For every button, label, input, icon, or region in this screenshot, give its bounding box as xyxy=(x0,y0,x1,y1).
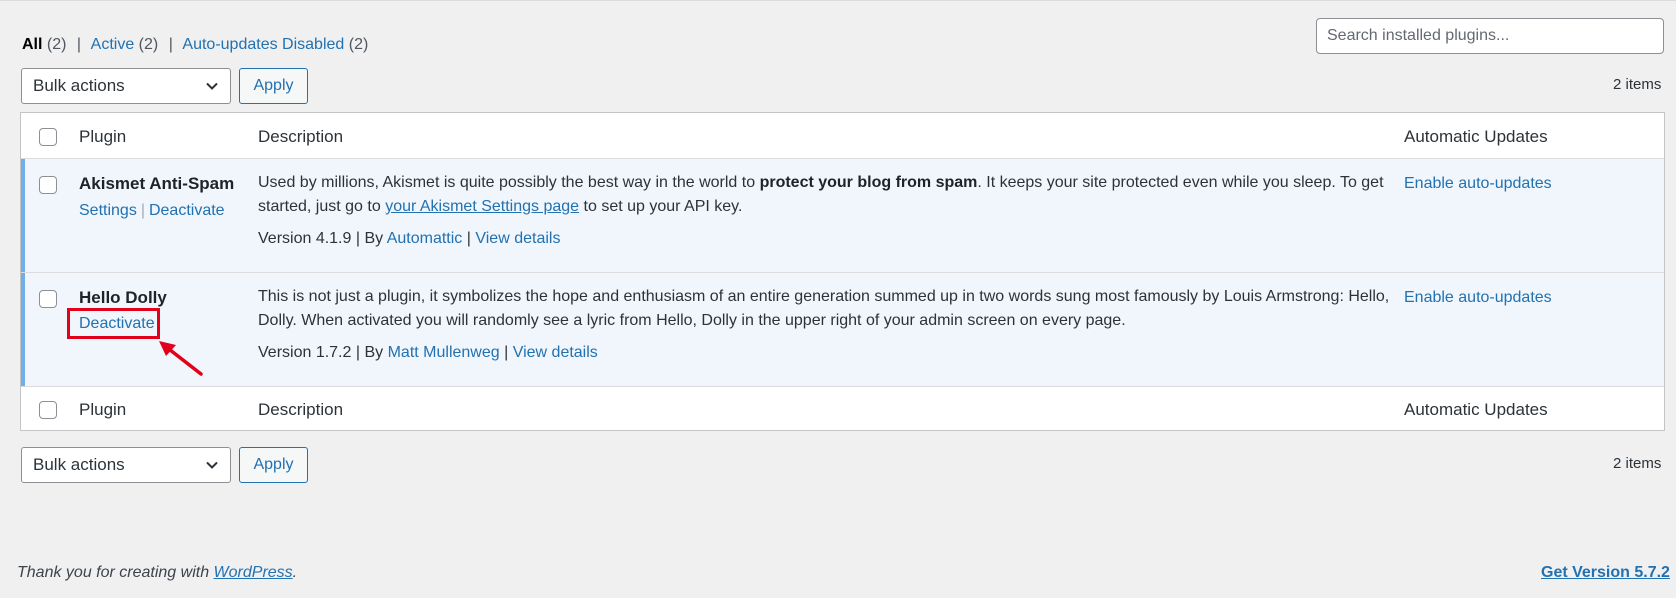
column-footer-plugin[interactable]: Plugin xyxy=(79,399,126,421)
table-row: Hello Dolly Deactivate This is not just … xyxy=(21,273,1664,386)
bulk-actions-selected: Bulk actions xyxy=(33,455,125,474)
chevron-down-icon xyxy=(206,461,218,469)
bulk-actions-select-top[interactable]: Bulk actions xyxy=(21,68,231,104)
plugin-meta: Version 1.7.2 | By Matt Mullenweg | View… xyxy=(258,342,598,364)
top-divider xyxy=(0,0,1676,1)
author-link[interactable]: Automattic xyxy=(387,230,463,247)
plugin-checkbox[interactable] xyxy=(39,176,57,194)
row-actions: Settings | Deactivate xyxy=(79,200,225,222)
meta-separator: | xyxy=(355,230,361,247)
column-header-automatic-updates: Automatic Updates xyxy=(1404,127,1548,146)
description-text: to set up your API key. xyxy=(579,198,743,215)
plugins-table: Plugin Description Automatic Updates Aki… xyxy=(20,112,1665,431)
filter-separator: | xyxy=(168,36,173,53)
table-row: Akismet Anti-Spam Settings | Deactivate Us… xyxy=(21,159,1664,272)
plugin-status-filters: All (2) | Active (2) | Auto-updates Disa… xyxy=(22,34,368,56)
filter-auto-updates-disabled-label: Auto-updates Disabled xyxy=(182,36,345,53)
view-details-link[interactable]: View details xyxy=(475,230,560,247)
apply-button-top[interactable]: Apply xyxy=(239,68,308,104)
author-link[interactable]: Matt Mullenweg xyxy=(388,344,500,361)
description-text: Used by millions, Akismet is quite possi… xyxy=(258,174,760,191)
deactivate-link[interactable]: Deactivate xyxy=(79,313,155,335)
by-label: By xyxy=(364,344,384,361)
plugin-description: Used by millions, Akismet is quite possi… xyxy=(258,171,1408,219)
items-count-top: 2 items xyxy=(1613,76,1662,93)
description-bold-text: protect your blog from spam xyxy=(759,174,978,191)
search-plugins-input[interactable] xyxy=(1316,18,1664,54)
plugin-version: Version 1.7.2 xyxy=(258,344,352,361)
filter-all[interactable]: All xyxy=(22,36,42,53)
enable-auto-updates-link[interactable]: Enable auto-updates xyxy=(1404,173,1552,195)
get-version-link[interactable]: Get Version 5.7.2 xyxy=(1541,564,1670,581)
by-label: By xyxy=(364,230,384,247)
filter-all-label: All xyxy=(22,36,43,53)
plugin-name: Hello Dolly xyxy=(79,288,167,307)
filter-separator: | xyxy=(76,36,82,53)
meta-separator: | xyxy=(466,230,471,247)
column-header-description: Description xyxy=(258,127,344,146)
meta-separator: | xyxy=(504,344,509,361)
filter-active[interactable]: Active xyxy=(91,36,135,53)
wordpress-link[interactable]: WordPress xyxy=(214,564,293,581)
akismet-settings-page-link[interactable]: your Akismet Settings page xyxy=(385,198,579,215)
view-details-link[interactable]: View details xyxy=(513,344,598,361)
filter-active-count: (2) xyxy=(138,36,159,53)
chevron-down-icon xyxy=(206,82,218,90)
meta-separator: | xyxy=(355,344,361,361)
plugin-checkbox[interactable] xyxy=(39,290,57,308)
column-header-plugin[interactable]: Plugin xyxy=(79,126,126,148)
deactivate-link[interactable]: Deactivate xyxy=(149,202,225,219)
footer-thanks-text: Thank you for creating with xyxy=(17,564,214,581)
plugin-name: Akismet Anti-Spam xyxy=(79,174,235,193)
footer-thanks-text: . xyxy=(292,564,298,581)
plugin-meta: Version 4.1.9 | By Automattic | View det… xyxy=(258,228,560,250)
bulk-actions-selected: Bulk actions xyxy=(33,76,125,95)
enable-auto-updates-link[interactable]: Enable auto-updates xyxy=(1404,287,1552,309)
settings-link[interactable]: Settings xyxy=(79,202,137,219)
footer-version: Get Version 5.7.2 xyxy=(1541,564,1670,582)
filter-active-label: Active xyxy=(90,36,135,53)
annotation-arrow-icon xyxy=(159,341,203,376)
plugin-description: This is not just a plugin, it symbolizes… xyxy=(258,288,1390,329)
filter-auto-updates-disabled-count: (2) xyxy=(348,36,369,53)
apply-button-bottom[interactable]: Apply xyxy=(239,447,308,483)
bulk-actions-select-bottom[interactable]: Bulk actions xyxy=(21,447,231,483)
plugin-version: Version 4.1.9 xyxy=(258,230,352,247)
select-all-checkbox-bottom[interactable] xyxy=(39,401,57,419)
column-footer-automatic-updates: Automatic Updates xyxy=(1404,400,1548,419)
select-all-checkbox[interactable] xyxy=(39,128,57,146)
footer-row-divider xyxy=(21,386,1664,387)
filter-auto-updates-disabled[interactable]: Auto-updates Disabled xyxy=(182,36,344,53)
action-separator: | xyxy=(140,202,145,219)
footer-thanks: Thank you for creating with WordPress. xyxy=(17,564,297,582)
filter-all-count: (2) xyxy=(46,36,67,53)
column-footer-description: Description xyxy=(258,400,344,419)
items-count-bottom: 2 items xyxy=(1613,455,1662,472)
